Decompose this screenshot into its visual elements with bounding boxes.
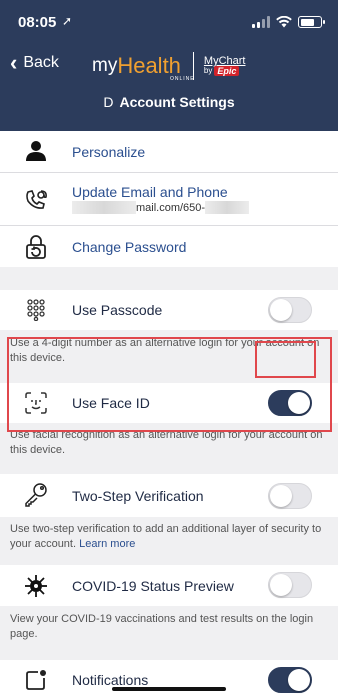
notifications-row: Notifications [0,660,338,700]
page-title-text: Account Settings [119,94,235,110]
mychart-logo: MyChart by Epic [203,55,246,76]
update-email-label: Update Email and Phone [72,184,228,200]
status-bar: 08:05 ➚ [0,0,338,42]
two-step-description-text: Use two-step verification to add an addi… [10,523,322,550]
wifi-icon [276,16,292,28]
redacted-text [205,201,250,214]
passcode-row: Use Passcode [0,290,338,330]
email-suffix: mail.com/650- [136,201,206,214]
update-email-row[interactable]: Update Email and Phone mail.com/650- [0,173,338,225]
change-password-label: Change Password [72,239,187,255]
learn-more-link[interactable]: Learn more [79,538,135,550]
back-button[interactable]: ‹ Back [10,50,59,75]
mychart-by: by [203,66,213,75]
epic-logo: Epic [214,66,240,76]
personalize-row[interactable]: Personalize [0,131,338,172]
two-step-row: Two-Step Verification [0,474,338,517]
mychart-text: MyChart [203,55,246,67]
covid-toggle[interactable] [268,572,312,598]
email-value: mail.com/650- [72,201,250,214]
two-step-description: Use two-step verification to add an addi… [0,522,338,552]
two-step-toggle-highlight [255,341,316,378]
battery-icon [298,16,325,28]
contact-at-icon [22,186,50,214]
status-icons [252,16,325,28]
covid-row: COVID-19 Status Preview [0,565,338,606]
back-label: Back [23,54,59,71]
change-password-row[interactable]: Change Password [0,226,338,267]
passcode-label: Use Passcode [72,302,163,318]
myhealth-logo: my Health ONLINE MyChart by Epic [92,52,246,82]
two-step-label: Two-Step Verification [72,488,204,504]
face-id-description: Use facial recognition as an alternative… [0,428,338,458]
covid-label: COVID-19 Status Preview [72,578,234,594]
person-icon [22,137,50,165]
title-prefix: D [103,94,114,110]
personalize-label: Personalize [72,144,146,160]
app-header: 08:05 ➚ ‹ Back my Health ONLINE MyChart [0,0,338,131]
notifications-label: Notifications [72,672,149,688]
two-step-toggle[interactable] [268,483,312,509]
covid-description: View your COVID-19 vaccinations and test… [0,612,338,642]
nav-bar: ‹ Back my Health ONLINE MyChart by Epic [0,42,338,87]
logo-my: my [92,55,118,76]
location-arrow-icon: ➚ [62,14,73,28]
notification-icon [22,666,50,694]
lock-reset-icon [22,233,50,261]
home-indicator [112,687,226,691]
virus-icon [22,572,50,600]
signal-icon [252,16,270,28]
page-title: D Account Settings [0,94,338,110]
notifications-toggle[interactable] [268,667,312,693]
redacted-text [72,201,136,214]
chevron-left-icon: ‹ [10,50,18,75]
key-icon [22,481,50,509]
keypad-icon [22,296,50,324]
status-time: 08:05 [18,14,57,31]
passcode-toggle[interactable] [268,297,312,323]
logo-online: ONLINE [170,76,195,82]
